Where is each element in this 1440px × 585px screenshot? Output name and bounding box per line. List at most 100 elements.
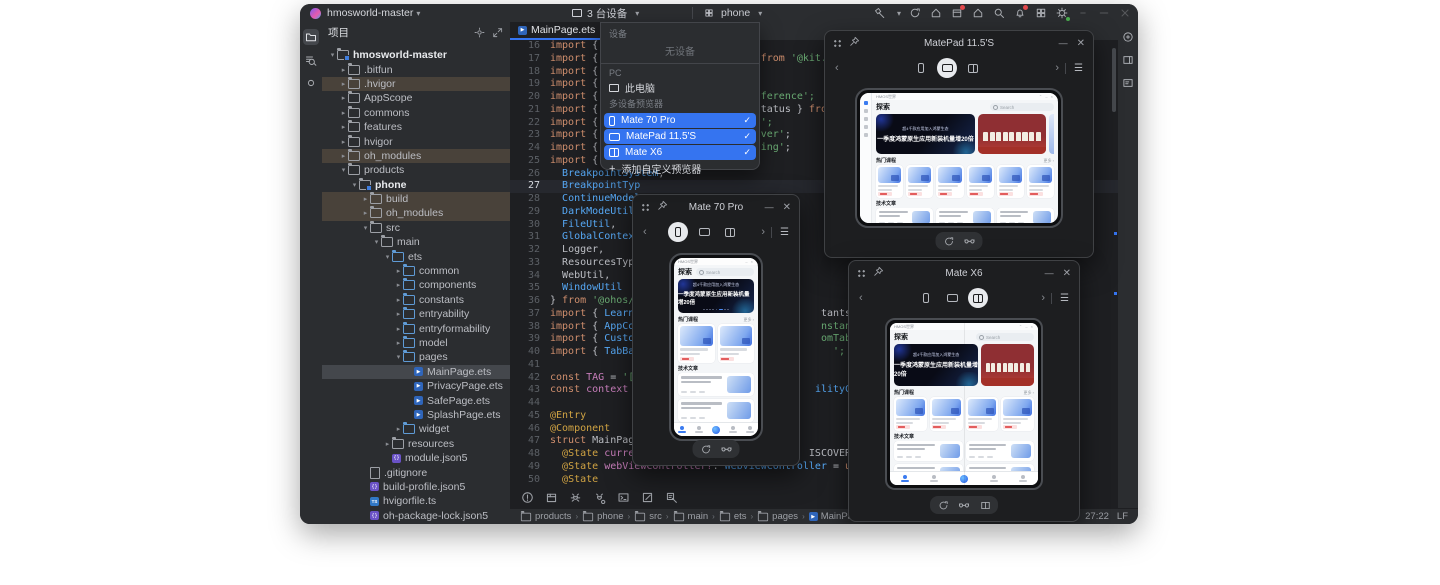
search-bar[interactable]: Search [976, 333, 1034, 341]
rotate-button[interactable] [937, 499, 949, 511]
tree-chevron-icon[interactable]: ▸ [394, 267, 403, 275]
tree-item-main[interactable]: ▾main [322, 235, 510, 249]
tab-item[interactable] [674, 425, 691, 435]
prev-device-icon[interactable]: ‹ [643, 226, 647, 238]
tree-item-hvigorfile.ts[interactable]: TShvigorfile.ts [322, 494, 510, 508]
minimize-icon[interactable] [1097, 6, 1111, 20]
next-device-icon[interactable]: › [761, 226, 765, 238]
find-tool-icon[interactable] [303, 52, 319, 68]
tree-item-products[interactable]: ▾products [322, 163, 510, 177]
tree-chevron-icon[interactable]: ▸ [339, 66, 348, 74]
profiler-icon[interactable] [592, 491, 606, 505]
tree-item-widget[interactable]: ▸widget [322, 422, 510, 436]
tree-item-mainpage.ets[interactable]: ▶MainPage.ets [322, 365, 510, 379]
tree-item-ets[interactable]: ▾ets [322, 249, 510, 263]
tree-chevron-icon[interactable]: ▾ [339, 166, 348, 174]
tree-chevron-icon[interactable]: ▸ [383, 440, 392, 448]
inspector-button[interactable] [721, 443, 733, 455]
tree-chevron-icon[interactable]: ▸ [394, 310, 403, 318]
device-type-phone[interactable] [911, 58, 931, 78]
tree-item-build[interactable]: ▸build [322, 192, 510, 206]
line-ending[interactable]: LF [1117, 511, 1128, 522]
breadcrumb-item-pages[interactable]: pages [757, 511, 798, 522]
banner-dark[interactable]: 超4千款应用加入鸿蒙生态一季度鸿蒙原生应用新装机量增20倍 [876, 114, 975, 154]
tree-item-splashpage.ets[interactable]: ▶SplashPage.ets [322, 408, 510, 422]
chevron-down-icon[interactable]: ▾ [897, 9, 901, 18]
search-everywhere-icon[interactable] [992, 6, 1006, 20]
project-tool-icon[interactable] [303, 29, 319, 45]
tree-item-constants[interactable]: ▸constants [322, 293, 510, 307]
article-card[interactable] [997, 208, 1054, 223]
device-type-tablet[interactable] [694, 222, 714, 242]
minimize-icon[interactable]: — [1045, 268, 1054, 279]
tree-chevron-icon[interactable]: ▸ [394, 425, 403, 433]
windows-icon[interactable] [1034, 6, 1048, 20]
tab-item[interactable] [979, 474, 1009, 484]
tree-chevron-icon[interactable]: ▸ [339, 109, 348, 117]
tree-chevron-icon[interactable]: ▸ [394, 339, 403, 347]
more-link[interactable]: 更多 › [744, 317, 754, 323]
article-card[interactable] [966, 441, 1035, 461]
device-selector[interactable]: 3 台设备 ▾ [572, 6, 639, 21]
close-icon[interactable] [1118, 6, 1132, 20]
close-icon[interactable]: ✕ [1063, 268, 1071, 279]
tree-item-oh-package-lock.json5[interactable]: {}oh-package-lock.json5 [322, 509, 510, 523]
rotate-button[interactable] [700, 443, 712, 455]
course-card[interactable] [936, 165, 963, 198]
tree-chevron-icon[interactable]: ▾ [328, 51, 337, 59]
course-card[interactable] [1027, 165, 1054, 198]
settings-icon[interactable] [1055, 6, 1069, 20]
article-card[interactable] [894, 464, 963, 471]
notifications-icon[interactable] [1013, 6, 1027, 20]
run-icon[interactable] [929, 6, 943, 20]
more-icon[interactable] [1076, 6, 1090, 20]
article-card[interactable] [678, 399, 754, 422]
tab-item[interactable] [920, 474, 950, 484]
problems-icon[interactable] [520, 491, 534, 505]
tree-item-entryability[interactable]: ▸entryability [322, 307, 510, 321]
tree-item-.bitfun[interactable]: ▸.bitfun [322, 62, 510, 76]
tree-chevron-icon[interactable]: ▾ [350, 181, 359, 189]
device-type-fold[interactable] [720, 222, 740, 242]
tree-chevron-icon[interactable]: ▸ [339, 80, 348, 88]
previewer-window-mate70pro[interactable]: Mate 70 Pro—✕‹›☰HMOS世界– ×探索Search超4千款应用加… [632, 194, 800, 466]
course-card[interactable] [678, 324, 715, 363]
tree-chevron-icon[interactable]: ▸ [339, 138, 348, 146]
banner-dark[interactable]: 超4千款应用加入鸿蒙生态一季度鸿蒙原生应用新装机量增20倍 [894, 344, 978, 386]
minimize-icon[interactable]: — [1059, 38, 1068, 49]
add-custom-previewer[interactable]: + 添加自定义预览器 [601, 161, 759, 176]
tree-chevron-icon[interactable]: ▸ [339, 94, 348, 102]
device-type-phone[interactable] [668, 222, 688, 242]
article-card[interactable] [966, 464, 1035, 471]
course-card[interactable] [967, 165, 994, 198]
menu-item-this-pc[interactable]: 此电脑 [601, 80, 759, 95]
device-list-icon[interactable]: ☰ [771, 227, 789, 238]
tree-item-appscope[interactable]: ▸AppScope [322, 91, 510, 105]
tree-item-model[interactable]: ▸model [322, 336, 510, 350]
collapse-panel-icon[interactable] [490, 25, 504, 39]
previewer-window-matex6[interactable]: Mate X6—✕‹›☰HMOS世界⌃ – ×探索Search超4千款应用加入鸿… [848, 260, 1080, 522]
locate-file-icon[interactable] [472, 25, 486, 39]
tree-item-.hvigor[interactable]: ▸.hvigor [322, 77, 510, 91]
breadcrumb-item-main[interactable]: main [673, 511, 709, 522]
device-type-fold[interactable] [963, 58, 983, 78]
close-icon[interactable]: ✕ [783, 202, 791, 213]
vcs-tool-icon[interactable] [303, 75, 319, 91]
breadcrumb-item-phone[interactable]: phone [582, 511, 623, 522]
tree-chevron-icon[interactable]: ▸ [339, 123, 348, 131]
device-type-phone[interactable] [916, 288, 936, 308]
course-card[interactable] [1001, 397, 1034, 431]
inspector-button[interactable] [958, 499, 970, 511]
tree-chevron-icon[interactable]: ▸ [394, 296, 403, 304]
menu-item-mate-x6[interactable]: Mate X6✓ [604, 145, 756, 160]
tree-chevron-icon[interactable]: ▾ [383, 253, 392, 261]
tree-item-safepage.ets[interactable]: ▶SafePage.ets [322, 393, 510, 407]
tree-item-resources[interactable]: ▸resources [322, 437, 510, 451]
tree-item-ohmodules[interactable]: ▸oh_modules [322, 206, 510, 220]
tab-item[interactable] [724, 425, 741, 435]
tree-chevron-icon[interactable]: ▸ [394, 325, 403, 333]
tree-chevron-icon[interactable]: ▸ [339, 152, 348, 160]
tree-item-hmosworld-master[interactable]: ▾hmosworld-master [322, 48, 510, 62]
terminal-icon[interactable] [616, 491, 630, 505]
menu-item-matepad-11-5-s[interactable]: MatePad 11.5'S✓ [604, 129, 756, 144]
